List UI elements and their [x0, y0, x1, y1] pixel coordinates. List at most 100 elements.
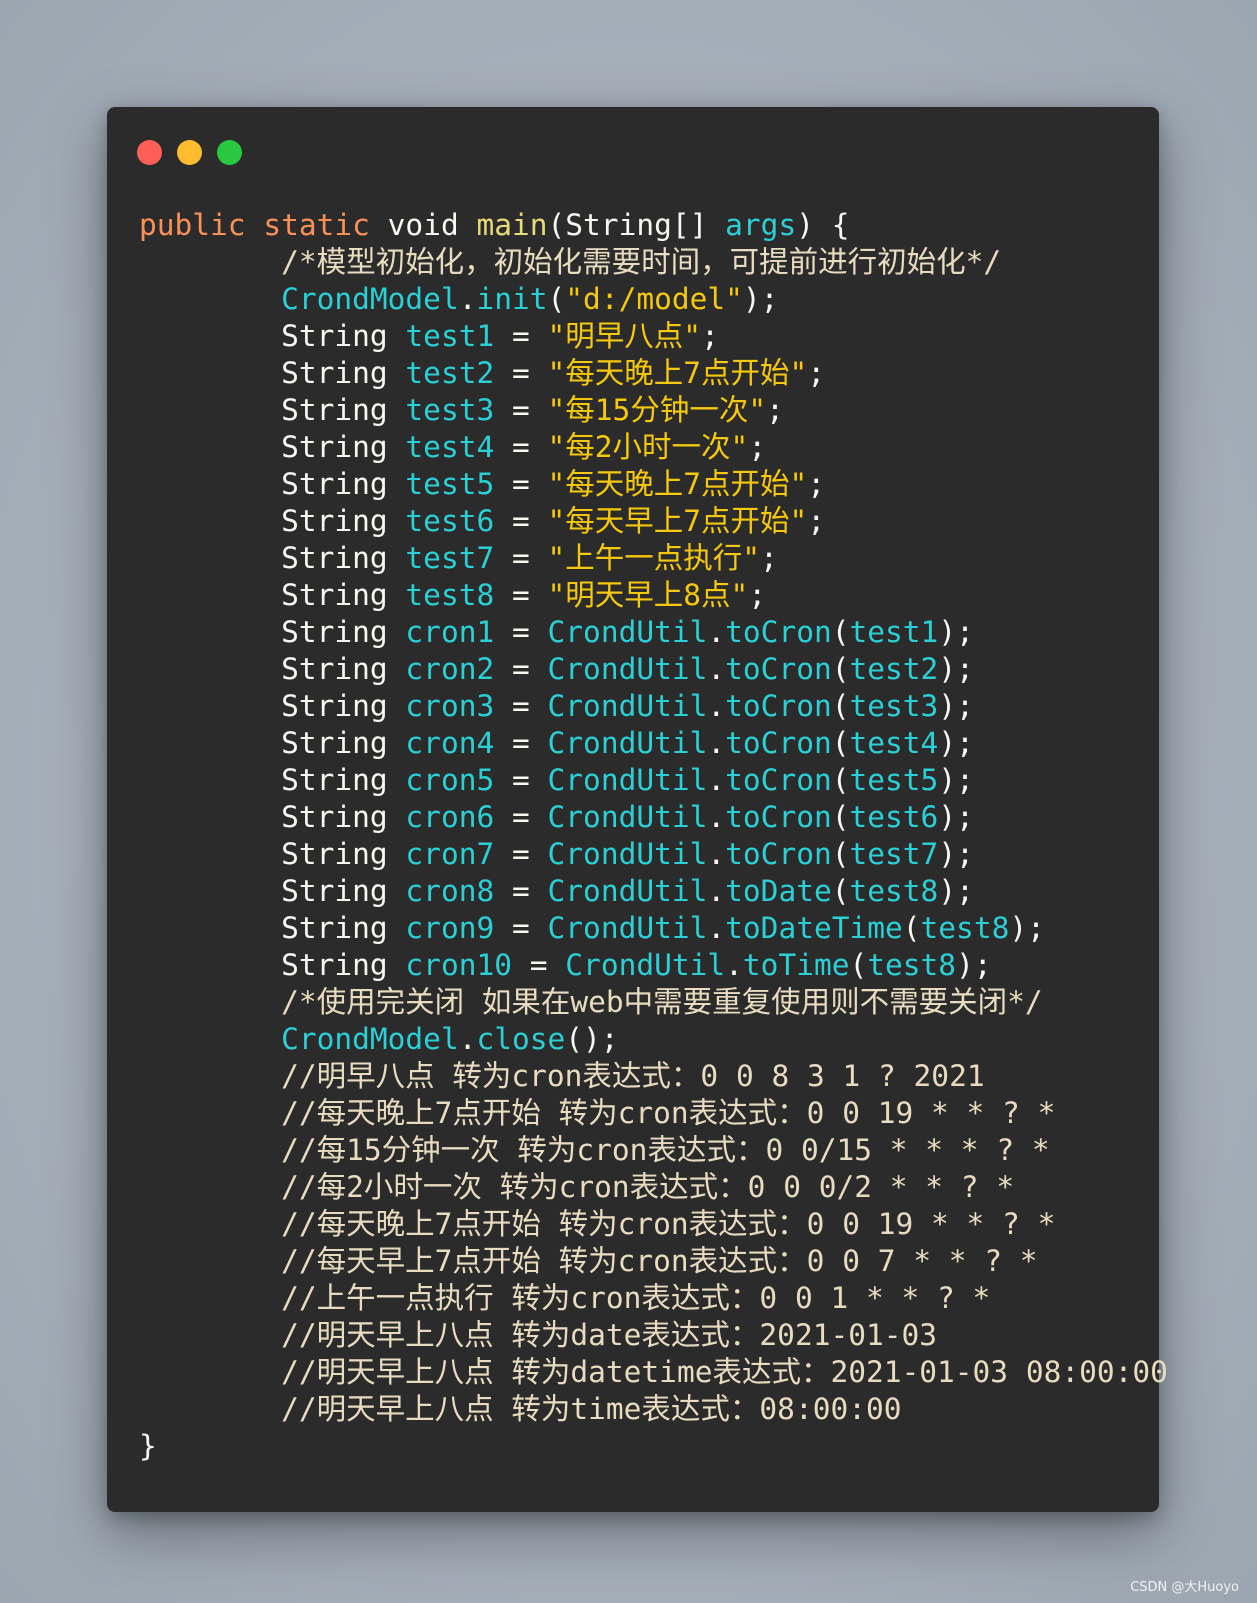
code-token-var: toDateTime [725, 911, 903, 945]
code-token-var: cron10 [405, 948, 512, 982]
code-token-default: String [139, 652, 406, 686]
code-token-var: toCron [725, 800, 832, 834]
code-token-var: test3 [849, 689, 939, 723]
minimize-button[interactable] [177, 140, 202, 165]
code-token-punct: ( [547, 282, 566, 316]
code-line: } [139, 1428, 1168, 1465]
code-token-punct: . [707, 689, 726, 723]
code-token-var: CrondModel [281, 1022, 459, 1056]
code-token-punct: ); [742, 282, 779, 316]
code-token-punct: = [494, 652, 548, 686]
code-token-punct: ); [938, 800, 974, 834]
code-token-punct: ; [807, 504, 826, 538]
code-token-string: "明早八点" [547, 319, 702, 353]
code-token-var: toCron [725, 615, 832, 649]
code-token-punct: = [494, 578, 548, 612]
code-token-punct: = [494, 615, 548, 649]
code-token-var: cron1 [405, 615, 495, 649]
code-token-var: test2 [405, 356, 495, 390]
code-line: //每天晚上7点开始 转为cron表达式：0 0 19 * * ? * [139, 1206, 1168, 1243]
code-token-default: String [139, 800, 406, 834]
code-token-punct: ( [831, 763, 850, 797]
code-token-default: String [139, 430, 406, 464]
code-token-punct: = [494, 911, 548, 945]
code-token-punct: ( [831, 874, 850, 908]
code-token-punct: ); [938, 689, 974, 723]
code-token-punct: ; [807, 467, 826, 501]
code-token-var: test7 [849, 837, 939, 871]
code-token-var: test1 [405, 319, 495, 353]
code-token-punct: . [707, 874, 726, 908]
code-token-punct: ( [831, 726, 850, 760]
code-token-var: CrondUtil [547, 652, 708, 686]
code-token-punct: . [458, 282, 477, 316]
code-token-string: "每天晚上7点开始" [547, 467, 808, 501]
code-line: /*使用完关闭 如果在web中需要重复使用则不需要关闭*/ [139, 984, 1168, 1021]
window-controls [137, 140, 242, 165]
code-token-punct: . [458, 1022, 477, 1056]
code-token-punct: = [494, 541, 548, 575]
code-token-punct: ( [849, 948, 868, 982]
code-token-punct: ; [748, 578, 767, 612]
code-token-var: toTime [742, 948, 850, 982]
code-token-default: void [387, 208, 477, 242]
code-token-punct: . [707, 615, 726, 649]
code-line: String test6 = "每天早上7点开始"; [139, 503, 1168, 540]
code-token-punct: ( [902, 911, 921, 945]
code-block: public static void main(String[] args) {… [139, 207, 1168, 1465]
code-token-punct: . [725, 948, 743, 982]
code-token-var: cron4 [405, 726, 495, 760]
code-token-var: CrondUtil [547, 874, 708, 908]
code-token-punct: [] [671, 208, 726, 242]
code-token-default [139, 1318, 281, 1352]
code-token-var: test6 [405, 504, 495, 538]
code-token-comment: //每2小时一次 转为cron表达式：0 0 0/2 * * ? * [281, 1170, 1015, 1204]
code-token-var: test4 [405, 430, 495, 464]
code-line: //每15分钟一次 转为cron表达式：0 0/15 * * * ? * [139, 1132, 1168, 1169]
code-token-var: test6 [849, 800, 939, 834]
code-line: String cron8 = CrondUtil.toDate(test8); [139, 873, 1168, 910]
code-token-var: CrondUtil [547, 726, 708, 760]
code-token-default [139, 1059, 281, 1093]
code-token-var: test1 [849, 615, 939, 649]
code-line: String test5 = "每天晚上7点开始"; [139, 466, 1168, 503]
code-line: //明早八点 转为cron表达式：0 0 8 3 1 ? 2021 [139, 1058, 1168, 1095]
code-token-comment: //上午一点执行 转为cron表达式：0 0 1 * * ? * [281, 1281, 991, 1315]
code-token-var: test5 [849, 763, 939, 797]
code-token-keyword: static [263, 208, 388, 242]
code-token-default: String [139, 541, 406, 575]
code-token-punct: = [494, 467, 548, 501]
code-token-var: CrondUtil [565, 948, 726, 982]
code-token-punct: } [139, 1429, 157, 1463]
code-token-punct: = [494, 800, 548, 834]
code-line: String cron10 = CrondUtil.toTime(test8); [139, 947, 1168, 984]
code-token-default: String [139, 356, 406, 390]
code-token-punct: . [707, 800, 726, 834]
code-token-default: String [139, 763, 406, 797]
code-token-var: CrondUtil [547, 763, 708, 797]
code-token-punct: ) { [796, 208, 850, 242]
code-token-default: String [139, 689, 406, 723]
code-token-var: test8 [849, 874, 939, 908]
code-line: String cron2 = CrondUtil.toCron(test2); [139, 651, 1168, 688]
code-line: String cron5 = CrondUtil.toCron(test5); [139, 762, 1168, 799]
code-token-var: toCron [725, 837, 832, 871]
code-token-comment: /*模型初始化，初始化需要时间，可提前进行初始化*/ [281, 245, 1002, 279]
watermark: CSDN @大Huoyo [1130, 1580, 1239, 1595]
code-token-var: test2 [849, 652, 939, 686]
code-token-punct: ); [1009, 911, 1045, 945]
code-token-comment: //每15分钟一次 转为cron表达式：0 0/15 * * * ? * [281, 1133, 1050, 1167]
code-token-var: cron5 [405, 763, 495, 797]
code-token-string: "d:/model" [565, 282, 743, 316]
code-token-punct: . [707, 726, 726, 760]
code-token-default: String [139, 726, 406, 760]
code-token-default [139, 1244, 281, 1278]
code-token-punct: ( [831, 652, 850, 686]
code-token-punct: ); [938, 874, 974, 908]
code-token-punct: ( [547, 208, 566, 242]
code-token-default [139, 1022, 281, 1056]
maximize-button[interactable] [217, 140, 242, 165]
close-button[interactable] [137, 140, 162, 165]
code-token-punct: (); [565, 1022, 619, 1056]
code-line: String cron4 = CrondUtil.toCron(test4); [139, 725, 1168, 762]
